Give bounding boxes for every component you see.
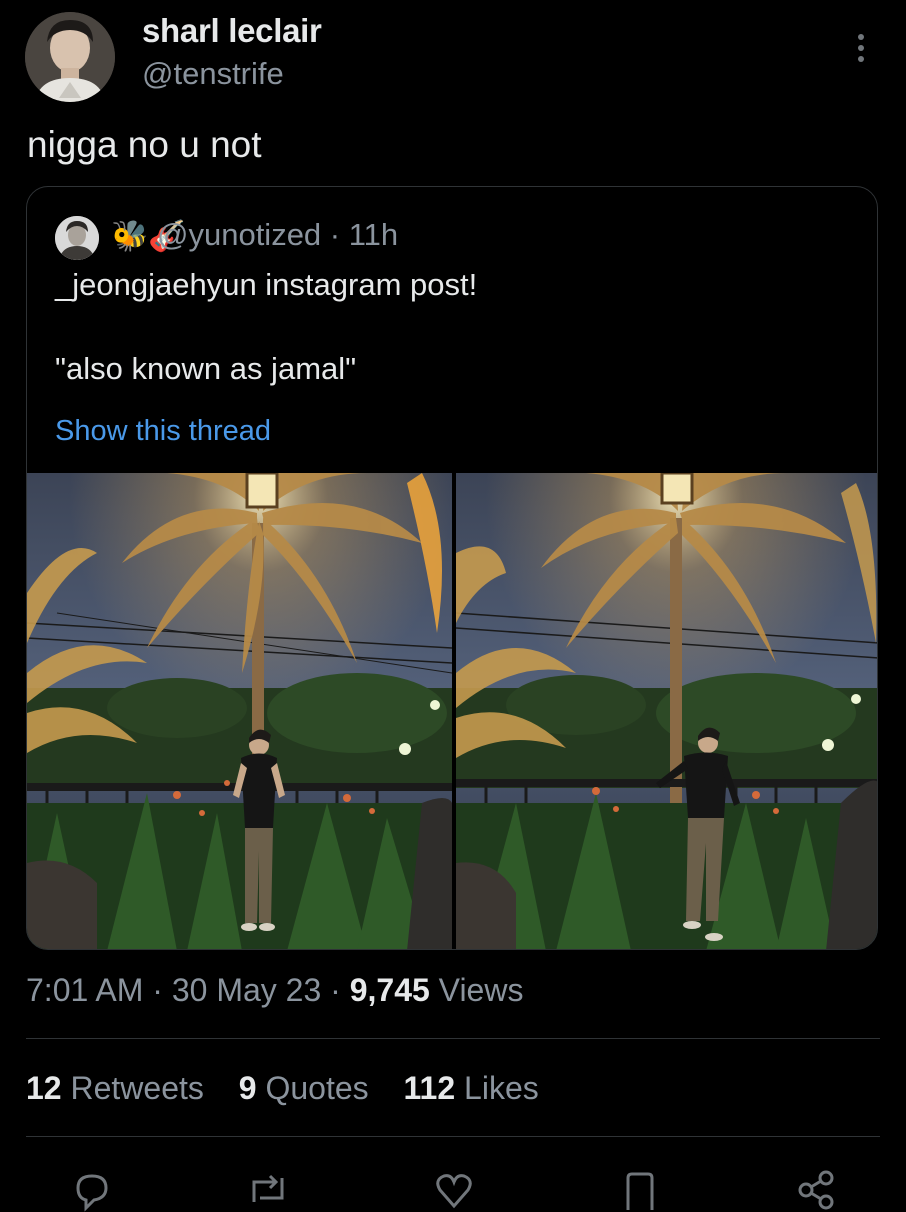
quoted-author-avatar[interactable] [55, 216, 99, 260]
share-icon[interactable] [794, 1168, 838, 1212]
quoted-text-line2: "also known as jamal" [55, 351, 357, 386]
views-count: 9,745 [349, 972, 430, 1008]
engagement-stats: 12 Retweets 9 Quotes 112 Likes [26, 1070, 565, 1107]
author-avatar[interactable] [25, 12, 115, 102]
likes-label: Likes [464, 1070, 539, 1106]
author-handle[interactable]: @tenstrife [142, 56, 284, 92]
likes-stat[interactable]: 112 Likes [404, 1070, 539, 1106]
views-label: Views [438, 972, 524, 1008]
quoted-photo-2[interactable] [456, 473, 877, 949]
retweets-count: 12 [26, 1070, 62, 1106]
quotes-label: Quotes [265, 1070, 369, 1106]
retweets-label: Retweets [70, 1070, 204, 1106]
divider [26, 1038, 880, 1039]
retweet-icon[interactable] [246, 1168, 290, 1212]
meta-separator: · [321, 972, 350, 1008]
heart-icon[interactable] [432, 1168, 476, 1212]
tweet-date[interactable]: 30 May 23 [172, 972, 321, 1008]
quoted-photo-1[interactable] [27, 473, 452, 949]
more-vertical-icon[interactable] [846, 30, 876, 66]
show-thread-link[interactable]: Show this thread [55, 415, 271, 448]
quoted-tweet-card[interactable]: 🐝🎸 @yunotized · 11h _jeongjaehyun instag… [26, 186, 878, 950]
divider [26, 1136, 880, 1137]
meta-separator: · [143, 972, 172, 1008]
action-bar [0, 1160, 906, 1212]
quoted-photos [27, 473, 877, 949]
bookmark-icon[interactable] [618, 1168, 662, 1212]
quotes-count: 9 [238, 1070, 257, 1106]
reply-icon[interactable] [70, 1168, 114, 1212]
author-display-name[interactable]: sharl leclair [142, 12, 322, 50]
quoted-text-line1: _jeongjaehyun instagram post! [55, 267, 478, 302]
tweet-text: nigga no u not [27, 124, 262, 165]
tweet-meta-line: 7:01 AM · 30 May 23 · 9,745 Views [26, 972, 523, 1009]
likes-count: 112 [403, 1070, 456, 1106]
quotes-stat[interactable]: 9 Quotes [239, 1070, 369, 1106]
quoted-meta[interactable]: @yunotized · 11h [157, 217, 398, 253]
tweet-time[interactable]: 7:01 AM [26, 972, 143, 1008]
retweets-stat[interactable]: 12 Retweets [26, 1070, 204, 1106]
